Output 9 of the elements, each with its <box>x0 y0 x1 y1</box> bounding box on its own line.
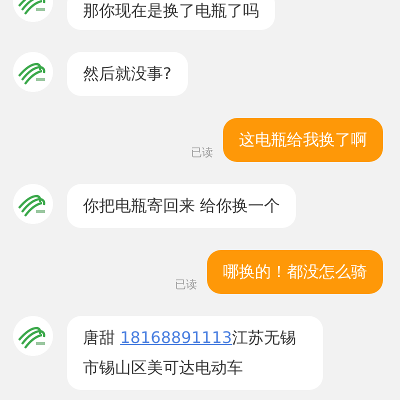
message-bubble: 你把电瓶寄回来 给你换一个 <box>67 184 296 228</box>
message-bubble: 这电瓶给我换了啊 <box>223 118 383 162</box>
read-status: 已读 <box>175 277 197 292</box>
message-bubble: 哪换的！都没怎么骑 <box>207 250 383 294</box>
read-status: 已读 <box>191 145 213 160</box>
message-bubble: 唐甜 18168891113江苏无锡市锡山区美可达电动车 <box>67 316 323 390</box>
message-bubble: 那你现在是换了电瓶了吗 <box>67 0 275 30</box>
phone-link[interactable]: 18168891113 <box>120 328 232 347</box>
message-bubble: 然后就没事? <box>67 52 188 96</box>
